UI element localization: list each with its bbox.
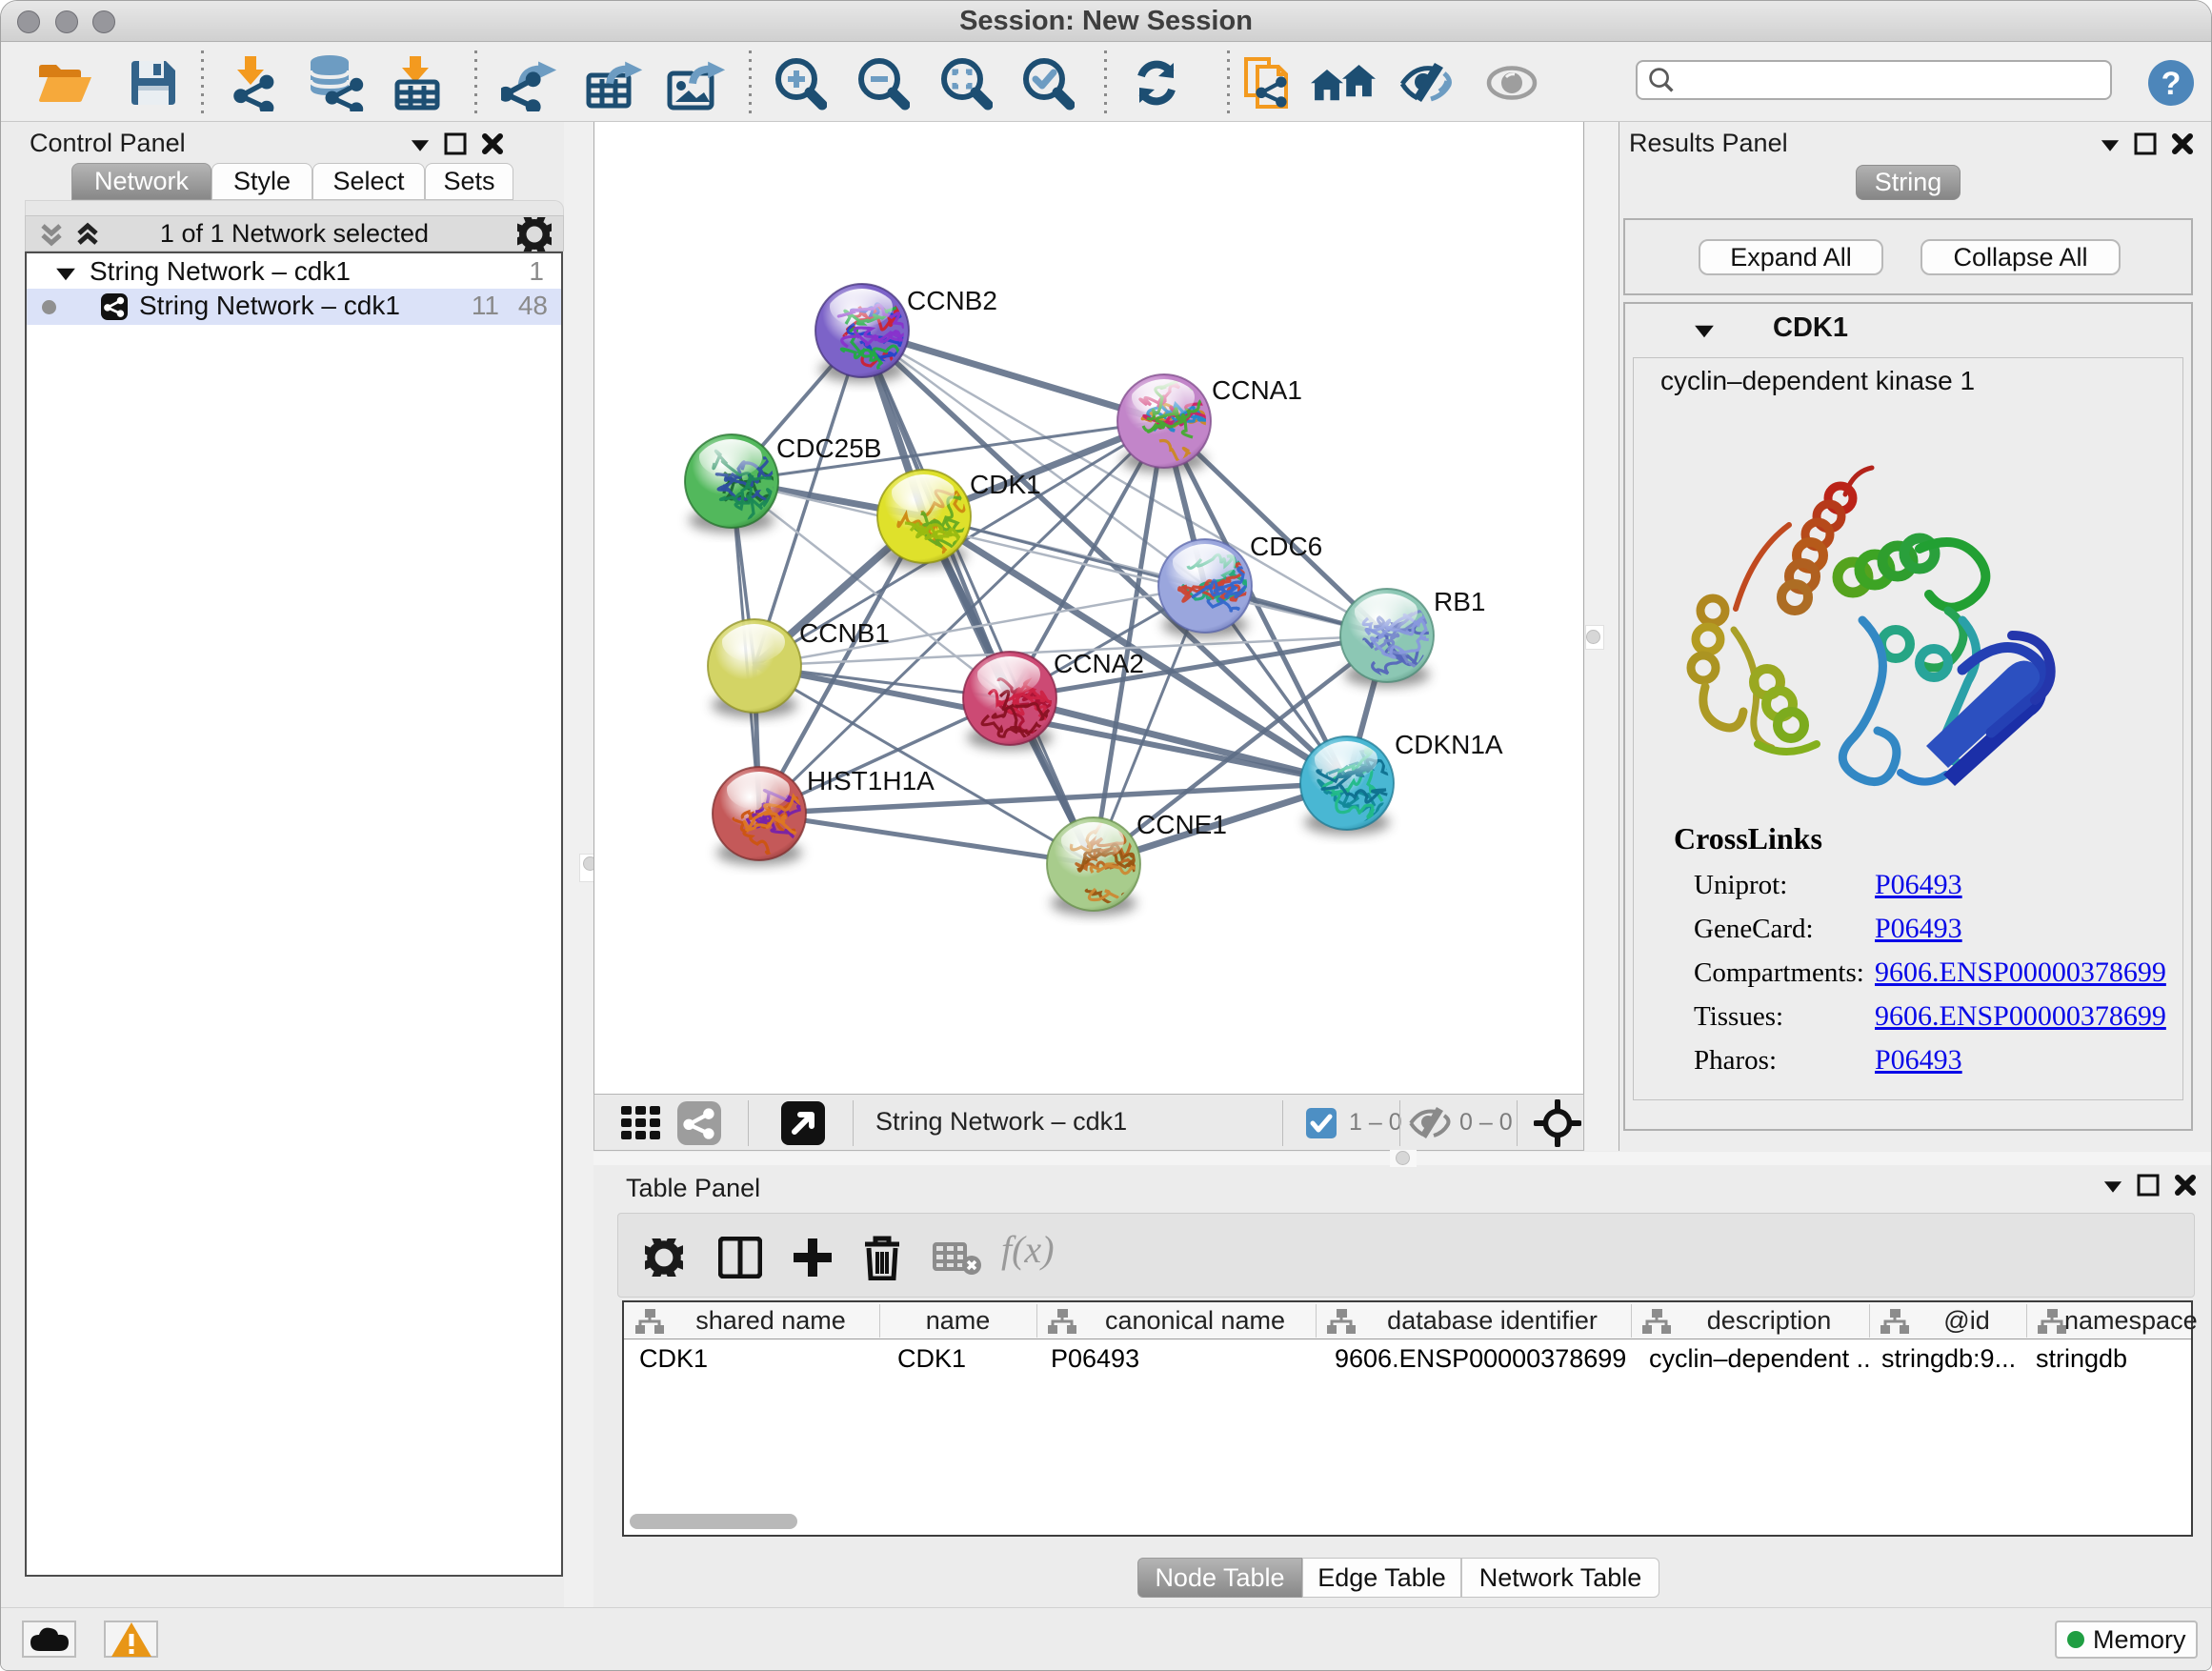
- svg-text:CCNA2: CCNA2: [1054, 649, 1144, 678]
- svg-text:CDK1: CDK1: [970, 470, 1041, 499]
- svg-text:CDC25B: CDC25B: [776, 433, 881, 463]
- svg-text:HIST1H1A: HIST1H1A: [807, 766, 935, 795]
- svg-text:CCNB2: CCNB2: [907, 286, 997, 315]
- svg-text:CCNB1: CCNB1: [799, 618, 890, 648]
- svg-text:CDC6: CDC6: [1250, 532, 1322, 561]
- svg-text:RB1: RB1: [1434, 587, 1485, 616]
- svg-text:CCNE1: CCNE1: [1136, 810, 1227, 839]
- svg-text:CCNA1: CCNA1: [1212, 375, 1302, 405]
- svg-text:?: ?: [2162, 66, 2182, 102]
- svg-text:CDKN1A: CDKN1A: [1395, 730, 1503, 759]
